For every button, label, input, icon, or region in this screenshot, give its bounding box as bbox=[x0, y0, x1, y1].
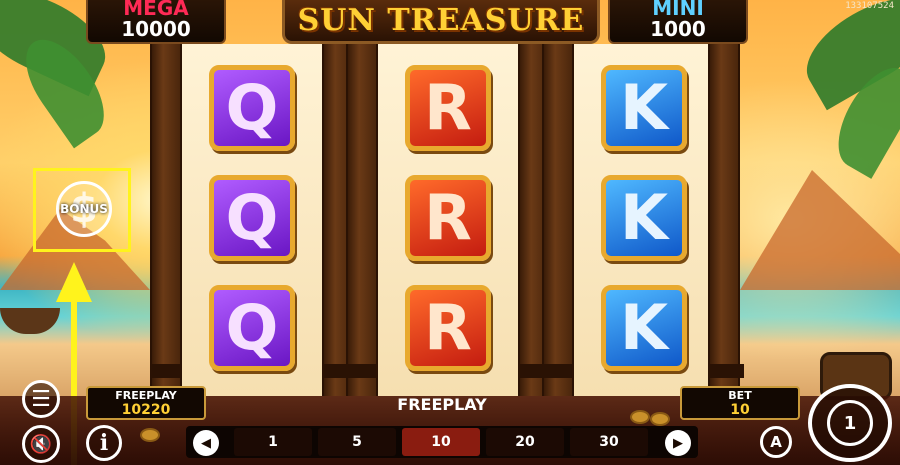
bet-option-20[interactable]: 20 bbox=[486, 428, 564, 456]
chevron-left-icon: ◀ bbox=[201, 435, 211, 451]
reel-post bbox=[542, 44, 578, 396]
bonus-label: BONUS bbox=[60, 202, 108, 216]
freeplay-value: 10220 bbox=[121, 402, 171, 418]
freeplay-label: FREEPLAY bbox=[115, 389, 177, 402]
reel-post bbox=[708, 44, 744, 396]
reel-post bbox=[150, 44, 186, 396]
reel-3: K K K bbox=[574, 44, 714, 396]
info-icon: i bbox=[99, 430, 109, 456]
up-arrow-icon bbox=[56, 262, 92, 302]
game-logo: SUN TREASURE bbox=[282, 0, 600, 44]
bet-option-5[interactable]: 5 bbox=[318, 428, 396, 456]
mini-jackpot: MINI 1000 bbox=[608, 0, 748, 44]
bet-decrease-button[interactable]: ◀ bbox=[193, 430, 219, 456]
reel-symbol: R bbox=[398, 278, 498, 378]
bet-value: 10 bbox=[730, 402, 750, 418]
reel-symbol: K bbox=[594, 168, 694, 268]
mega-jackpot: MEGA 10000 bbox=[86, 0, 226, 44]
sound-toggle-button[interactable]: 🔇 bbox=[22, 425, 60, 463]
reel-1: Q Q Q bbox=[182, 44, 322, 396]
sound-muted-icon: 🔇 bbox=[29, 433, 53, 455]
mountain-right bbox=[740, 170, 900, 290]
mega-jackpot-value: 10000 bbox=[121, 17, 191, 41]
reel-symbol: R bbox=[398, 168, 498, 268]
game-title: SUN TREASURE bbox=[297, 3, 585, 38]
bet-option-10[interactable]: 10 bbox=[402, 428, 480, 456]
freeplay-balance: FREEPLAY 10220 bbox=[86, 386, 206, 420]
dollar-coin-icon: $ BONUS bbox=[56, 181, 112, 237]
coin-decoration bbox=[630, 410, 650, 424]
reel-symbol: K bbox=[594, 58, 694, 158]
chevron-right-icon: ▶ bbox=[673, 435, 683, 451]
bet-option-1[interactable]: 1 bbox=[234, 428, 312, 456]
bonus-button[interactable]: $ BONUS bbox=[33, 168, 131, 252]
info-button[interactable]: i bbox=[86, 425, 122, 461]
coin-decoration bbox=[650, 412, 670, 426]
hamburger-menu-icon: ☰ bbox=[31, 386, 51, 412]
status-text: FREEPLAY bbox=[397, 395, 487, 414]
game-id-label: 133107524 bbox=[845, 1, 894, 11]
menu-button[interactable]: ☰ bbox=[22, 380, 60, 418]
mini-jackpot-label: MINI bbox=[652, 0, 704, 20]
bet-option-30[interactable]: 30 bbox=[570, 428, 648, 456]
reel-2: R R R bbox=[378, 44, 518, 396]
reel-symbol: R bbox=[398, 58, 498, 158]
reel-symbol: Q bbox=[202, 168, 302, 268]
boat-decoration bbox=[0, 308, 60, 334]
reel-symbol: Q bbox=[202, 278, 302, 378]
spin-button[interactable]: 1 bbox=[808, 384, 892, 462]
bet-label: BET bbox=[728, 389, 752, 402]
bet-display: BET 10 bbox=[680, 386, 800, 420]
autoplay-icon: A bbox=[770, 433, 782, 451]
coin-decoration bbox=[140, 428, 160, 442]
autoplay-button[interactable]: A bbox=[760, 426, 792, 458]
reels-area: Q Q Q R R R K K K bbox=[150, 44, 744, 396]
reel-symbol: K bbox=[594, 278, 694, 378]
reel-post bbox=[346, 44, 382, 396]
spin-icon: 1 bbox=[827, 400, 873, 446]
mini-jackpot-value: 1000 bbox=[650, 17, 706, 41]
mega-jackpot-label: MEGA bbox=[123, 0, 189, 20]
bet-increase-button[interactable]: ▶ bbox=[665, 430, 691, 456]
reel-symbol: Q bbox=[202, 58, 302, 158]
